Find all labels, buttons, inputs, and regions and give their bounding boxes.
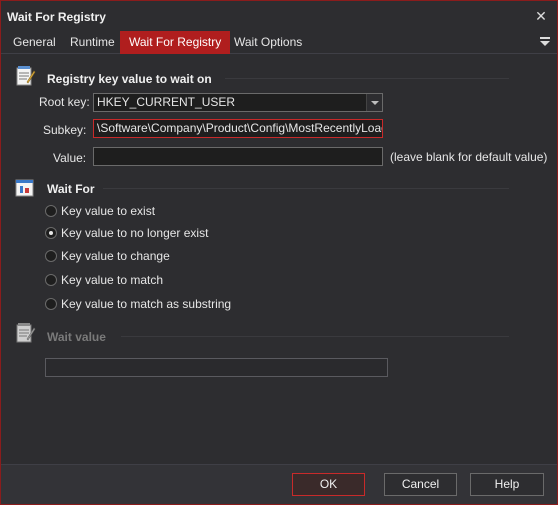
section-title-registry: Registry key value to wait on [47, 72, 212, 86]
tab-wait-options[interactable]: Wait Options [225, 31, 311, 54]
radio-key-match[interactable]: Key value to match [45, 272, 163, 288]
section-title-wait-for: Wait For [47, 182, 95, 196]
value-input[interactable] [93, 147, 383, 166]
tab-content: Registry key value to wait on Root key: … [1, 55, 557, 465]
radio-key-exist[interactable]: Key value to exist [45, 203, 155, 219]
ok-button[interactable]: OK [292, 473, 365, 496]
radio-key-no-longer-exist[interactable]: Key value to no longer exist [45, 225, 208, 241]
radio-label: Key value to match as substring [61, 297, 232, 311]
radio-button[interactable] [45, 250, 57, 262]
value-label: Value: [53, 151, 87, 165]
section-divider [121, 336, 509, 337]
chevron-down-icon[interactable] [366, 94, 382, 111]
title-bar: Wait For Registry ✕ [1, 1, 557, 31]
button-bar: OK Cancel Help [1, 464, 557, 504]
tab-wait-for-registry[interactable]: Wait For Registry [120, 31, 231, 54]
wait-value-input [45, 358, 388, 377]
radio-button[interactable] [45, 274, 57, 286]
wait-value-notepad-icon [16, 323, 36, 343]
radio-key-change[interactable]: Key value to change [45, 248, 170, 264]
root-key-value: HKEY_CURRENT_USER [97, 95, 236, 109]
root-key-select[interactable]: HKEY_CURRENT_USER [93, 93, 383, 112]
section-title-wait-value: Wait value [47, 330, 106, 344]
registry-notepad-icon [16, 66, 36, 86]
radio-label: Key value to match [61, 273, 164, 287]
section-divider [225, 78, 509, 79]
value-hint: (leave blank for default value) [390, 150, 548, 164]
tab-runtime[interactable]: Runtime [61, 31, 124, 54]
close-icon[interactable]: ✕ [531, 6, 551, 26]
radio-label: Key value to exist [61, 204, 156, 218]
radio-button[interactable] [45, 298, 57, 310]
radio-label: Key value to no longer exist [61, 226, 209, 240]
dialog-window: Wait For Registry ✕ General Runtime Wait… [0, 0, 558, 505]
tab-general[interactable]: General [4, 31, 65, 54]
subkey-input[interactable]: \Software\Company\Product\Config\MostRec… [93, 119, 383, 138]
radio-button[interactable] [45, 205, 57, 217]
radio-key-match-substring[interactable]: Key value to match as substring [45, 296, 231, 312]
subkey-value: \Software\Company\Product\Config\MostRec… [97, 121, 383, 135]
root-key-label: Root key: [39, 95, 90, 109]
tab-bar: General Runtime Wait For Registry Wait O… [1, 31, 557, 54]
help-button[interactable]: Help [470, 473, 544, 496]
subkey-label: Subkey: [43, 123, 87, 137]
window-title: Wait For Registry [7, 10, 106, 24]
cancel-button[interactable]: Cancel [384, 473, 457, 496]
wait-window-icon [15, 179, 34, 197]
radio-label: Key value to change [61, 249, 170, 263]
radio-button-checked[interactable] [45, 227, 57, 239]
tab-overflow-menu-icon[interactable] [539, 36, 551, 48]
section-divider [103, 188, 509, 189]
